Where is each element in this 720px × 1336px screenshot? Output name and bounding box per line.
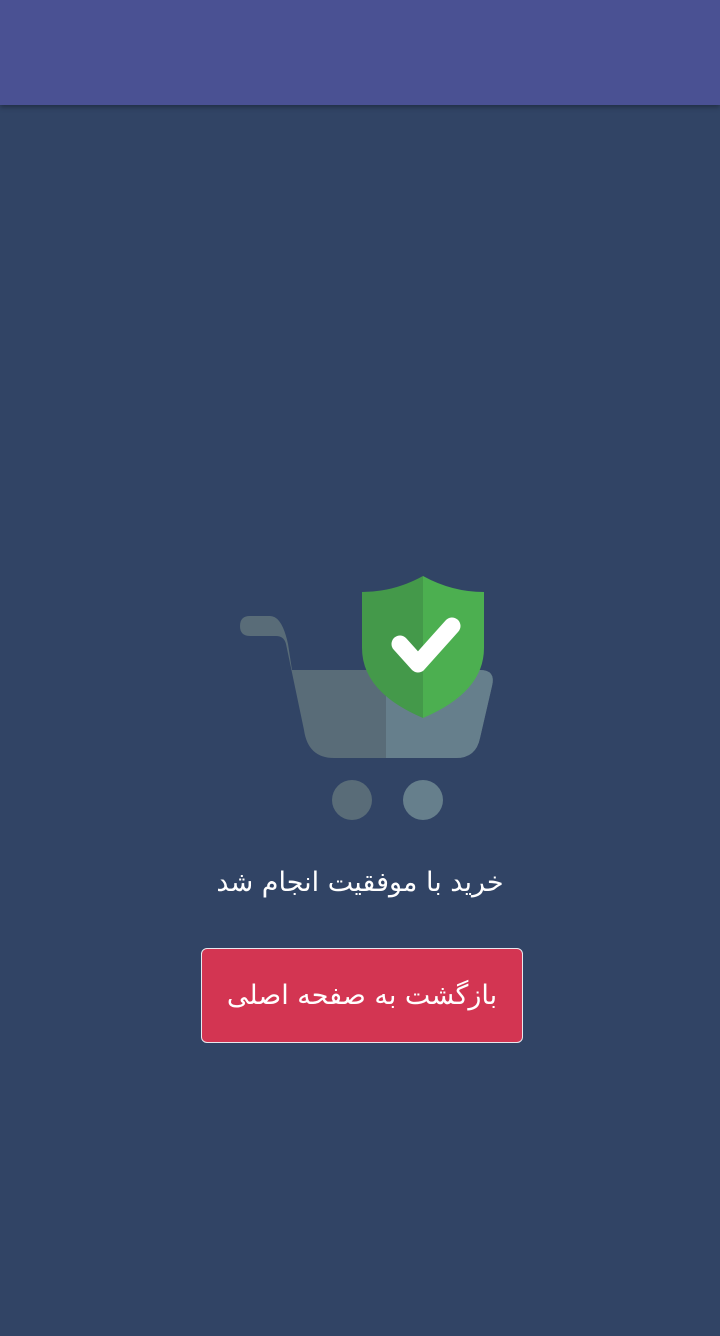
app-bar bbox=[0, 0, 720, 105]
purchase-success-illustration bbox=[230, 570, 500, 830]
cart-wheel-left bbox=[332, 780, 372, 820]
cart-wheel-right bbox=[403, 780, 443, 820]
purchase-success-message: خرید با موفقیت انجام شد bbox=[216, 867, 504, 898]
back-to-home-button[interactable]: بازگشت به صفحه اصلی bbox=[201, 948, 523, 1043]
cart-shield-check-icon bbox=[240, 576, 493, 820]
